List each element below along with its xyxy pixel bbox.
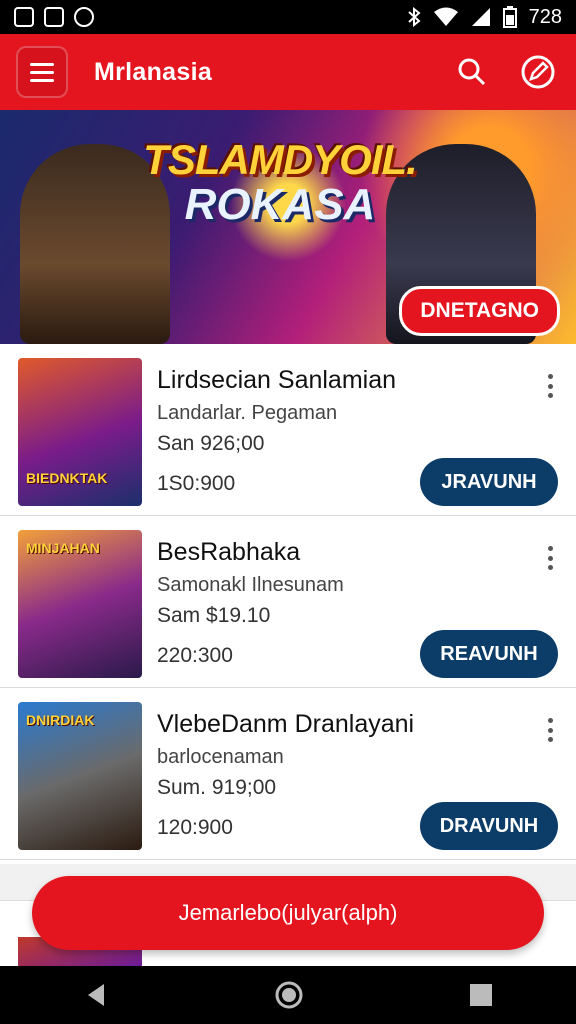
signal-icon — [471, 8, 490, 26]
game-title: VlebeDanm Dranlayani — [157, 710, 415, 738]
banner-title-line2: ROKASA — [184, 180, 376, 229]
app-bar: Mrlanasia — [0, 34, 576, 110]
game-thumbnail[interactable]: BIEDNKTAK — [18, 358, 142, 506]
more-options-icon[interactable] — [544, 374, 556, 398]
compose-button[interactable] — [516, 50, 560, 94]
game-thumbnail[interactable]: DNIRDIAK — [18, 702, 142, 850]
recents-icon[interactable] — [468, 982, 494, 1008]
banner-cta-button[interactable]: DNETAGNO — [399, 286, 560, 336]
thumbnail-label: DNIRDIAK — [26, 712, 95, 728]
game-card[interactable]: BIEDNKTAK Lirdsecian Sanlamian Landarlar… — [0, 344, 576, 516]
banner-title: TSLAMDYOIL. ROKASA — [120, 136, 440, 230]
game-card[interactable]: DNIRDIAK VlebeDanm Dranlayani barlocenam… — [0, 688, 576, 860]
wifi-icon — [433, 7, 458, 26]
banner-title-line1: TSLAMDYOIL. — [143, 136, 418, 183]
game-count: 1S0:900 — [157, 472, 236, 495]
system-indicators: 728 — [407, 6, 562, 29]
game-list: BIEDNKTAK Lirdsecian Sanlamian Landarlar… — [0, 344, 576, 864]
home-icon[interactable] — [274, 980, 304, 1010]
game-thumbnail[interactable]: MINJAHAN — [18, 530, 142, 678]
notification-icon — [14, 7, 34, 27]
promo-banner[interactable]: TSLAMDYOIL. ROKASA DNETAGNO — [0, 110, 576, 344]
game-subtitle: Samonakl Ilnesunam — [157, 574, 344, 596]
search-button[interactable] — [450, 50, 494, 94]
battery-icon — [502, 6, 517, 28]
game-action-button[interactable]: DRAVUNH — [420, 802, 558, 850]
game-price: Sum. 919;00 — [157, 776, 277, 799]
system-nav-bar — [0, 966, 576, 1024]
game-card[interactable]: MINJAHAN BesRabhaka Samonakl Ilnesunam S… — [0, 516, 576, 688]
app-title: Mrlanasia — [94, 57, 213, 86]
menu-button[interactable] — [16, 46, 68, 98]
notification-icons — [14, 7, 94, 27]
game-subtitle: barlocenaman — [157, 746, 284, 768]
game-subtitle: Landarlar. Pegaman — [157, 402, 338, 424]
game-title: BesRabhaka — [157, 538, 301, 566]
game-price: San 926;00 — [157, 432, 265, 455]
game-title: Lirdsecian Sanlamian — [157, 366, 397, 394]
bluetooth-icon — [407, 7, 421, 27]
compose-icon — [521, 55, 555, 89]
more-options-icon[interactable] — [544, 718, 556, 742]
status-bar: 728 — [0, 0, 576, 34]
thumbnail-label: BIEDNKTAK — [26, 470, 108, 486]
game-price: Sam $19.10 — [157, 604, 271, 627]
notification-icon — [44, 7, 64, 27]
search-icon — [458, 58, 486, 86]
game-action-button[interactable]: JRAVUNH — [420, 458, 558, 506]
clock: 728 — [528, 5, 562, 28]
notification-icon — [74, 7, 94, 27]
floating-action-button[interactable]: Jemarlebo(julyar(alph) — [32, 876, 544, 950]
thumbnail-label: MINJAHAN — [26, 540, 100, 556]
game-action-button[interactable]: REAVUNH — [420, 630, 558, 678]
more-options-icon[interactable] — [544, 546, 556, 570]
game-count: 120:900 — [157, 816, 233, 839]
back-icon[interactable] — [82, 981, 110, 1009]
game-count: 220:300 — [157, 644, 233, 667]
